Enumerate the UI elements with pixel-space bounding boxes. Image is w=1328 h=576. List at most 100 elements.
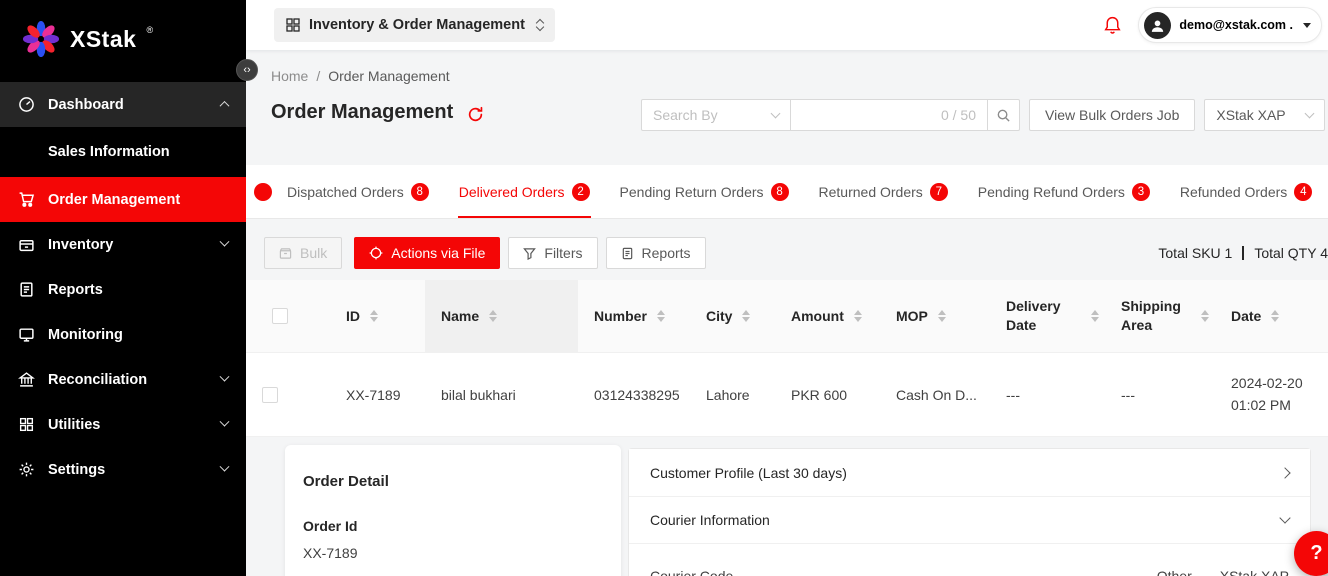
sort-icon[interactable] (854, 310, 862, 322)
tab-label: Pending Refund Orders (978, 184, 1125, 200)
xstak-logo-icon (22, 20, 60, 58)
select-all-checkbox[interactable] (272, 308, 288, 324)
sidebar: XStak ® Dashboard Sales Information (0, 0, 246, 576)
cell-number: 03124338295 (578, 353, 690, 436)
sort-icon[interactable] (1201, 310, 1209, 322)
sidebar-item-sales-information[interactable]: Sales Information (0, 127, 246, 177)
tab-label: Pending Return Orders (620, 184, 764, 200)
tab-delivered-orders[interactable]: Delivered Orders 2 (444, 165, 605, 218)
sort-icon[interactable] (1091, 310, 1099, 322)
sidebar-item-reconciliation[interactable]: Reconciliation (0, 357, 246, 402)
column-header-number[interactable]: Number (578, 280, 690, 352)
tab-count-badge: 8 (771, 183, 789, 201)
app-switcher-button[interactable]: Inventory & Order Management (274, 8, 555, 42)
table-row[interactable]: XX-7189 bilal bukhari 03124338295 Lahore… (246, 353, 1328, 437)
sort-icon[interactable] (489, 310, 497, 322)
actions-via-file-label: Actions via File (391, 245, 485, 261)
column-header-name[interactable]: Name (425, 280, 578, 352)
column-header-mop[interactable]: MOP (880, 280, 990, 352)
orders-table: ID Name Number City Amount (246, 280, 1328, 437)
toolbar: Bulk Actions via File Filters Reports To… (264, 237, 1328, 269)
sidebar-collapse-toggle[interactable]: ‹› (236, 59, 258, 81)
view-bulk-orders-job-button[interactable]: View Bulk Orders Job (1029, 99, 1195, 131)
main-area: Inventory & Order Management demo@xstak.… (246, 0, 1328, 576)
monitoring-icon (18, 326, 35, 343)
user-email: demo@xstak.com . (1179, 18, 1293, 32)
customer-profile-label: Customer Profile (Last 30 days) (650, 465, 847, 481)
sidebar-item-inventory[interactable]: Inventory (0, 222, 246, 267)
search-input[interactable] (802, 107, 935, 123)
sidebar-item-label: Order Management (48, 192, 180, 208)
tab-dispatched-orders[interactable]: Dispatched Orders 8 (272, 165, 444, 218)
tab-count-badge: 3 (1132, 183, 1150, 201)
sort-icon[interactable] (657, 310, 665, 322)
sidebar-item-monitoring[interactable]: Monitoring (0, 312, 246, 357)
app-root: XStak ® Dashboard Sales Information (0, 0, 1328, 576)
search-button[interactable] (987, 99, 1020, 131)
bulk-label: Bulk (300, 245, 327, 261)
column-header-delivery-date[interactable]: Delivery Date (990, 280, 1105, 352)
tab-label: Dispatched Orders (287, 184, 404, 200)
chevron-up-icon (220, 101, 230, 111)
dashboard-icon (18, 96, 35, 113)
cell-id: XX-7189 (330, 353, 425, 436)
sidebar-item-settings[interactable]: Settings (0, 447, 246, 492)
utilities-icon (18, 416, 35, 433)
tab-refunded-orders[interactable]: Refunded Orders 4 (1165, 165, 1327, 218)
xap-select[interactable]: XStak XAP (1204, 99, 1325, 131)
column-header-city[interactable]: City (690, 280, 775, 352)
sort-icon[interactable] (742, 310, 750, 322)
reports-button[interactable]: Reports (606, 237, 706, 269)
column-header-amount[interactable]: Amount (775, 280, 880, 352)
courier-information-label: Courier Information (650, 512, 770, 528)
cell-name: bilal bukhari (425, 353, 578, 436)
actions-via-file-button[interactable]: Actions via File (354, 237, 500, 269)
filters-button[interactable]: Filters (508, 237, 597, 269)
customer-profile-panel-header[interactable]: Customer Profile (Last 30 days) (629, 449, 1310, 496)
tab-count-badge: 4 (1294, 183, 1312, 201)
breadcrumb-separator: / (316, 68, 320, 84)
tab-pending-return-orders[interactable]: Pending Return Orders 8 (605, 165, 804, 218)
caret-down-icon (1303, 23, 1311, 28)
settings-gear-icon (18, 461, 35, 478)
courier-information-panel-header[interactable]: Courier Information (629, 496, 1310, 543)
detail-panels: Customer Profile (Last 30 days) Courier … (628, 448, 1311, 576)
order-detail-title: Order Detail (303, 473, 603, 490)
topbar: Inventory & Order Management demo@xstak.… (246, 0, 1328, 50)
avatar (1144, 12, 1171, 39)
chevron-down-icon (220, 237, 230, 247)
sidebar-item-utilities[interactable]: Utilities (0, 402, 246, 447)
totals-summary: Total SKU 1 Total QTY 4 (1158, 245, 1328, 261)
breadcrumb-home[interactable]: Home (271, 68, 308, 84)
reports-icon (18, 281, 35, 298)
sort-icon[interactable] (1271, 310, 1279, 322)
column-header-shipping-area[interactable]: Shipping Area (1105, 280, 1215, 352)
box-icon (279, 247, 292, 260)
tab-returned-orders[interactable]: Returned Orders 7 (804, 165, 963, 218)
column-header-date[interactable]: Date (1215, 280, 1328, 352)
sidebar-item-order-management[interactable]: Order Management (0, 177, 246, 222)
refresh-icon[interactable] (467, 106, 484, 123)
search-by-select[interactable]: Search By (641, 99, 791, 131)
totals-divider (1242, 246, 1244, 260)
tab-pending-refund-orders[interactable]: Pending Refund Orders 3 (963, 165, 1165, 218)
user-menu[interactable]: demo@xstak.com . (1138, 7, 1322, 43)
sidebar-item-label: Inventory (48, 237, 113, 253)
bulk-button[interactable]: Bulk (264, 237, 342, 269)
row-select-cell (246, 353, 330, 436)
cart-icon (18, 191, 35, 208)
sidebar-item-dashboard[interactable]: Dashboard (0, 82, 246, 127)
column-header-id[interactable]: ID (330, 280, 425, 352)
sort-icon[interactable] (938, 310, 946, 322)
sidebar-item-reports[interactable]: Reports (0, 267, 246, 312)
xap-select-value: XStak XAP (1216, 107, 1285, 123)
sort-icon[interactable] (370, 310, 378, 322)
courier-select-value[interactable]: XStak XAP (1220, 568, 1289, 576)
search-by-value: Search By (653, 107, 718, 123)
row-checkbox[interactable] (262, 387, 278, 403)
search-icon (996, 108, 1011, 123)
date-value: 2024-02-20 (1231, 373, 1303, 395)
sidebar-item-label: Reconciliation (48, 372, 147, 388)
up-down-arrows-icon (537, 20, 543, 30)
notification-bell-icon[interactable] (1102, 15, 1123, 36)
